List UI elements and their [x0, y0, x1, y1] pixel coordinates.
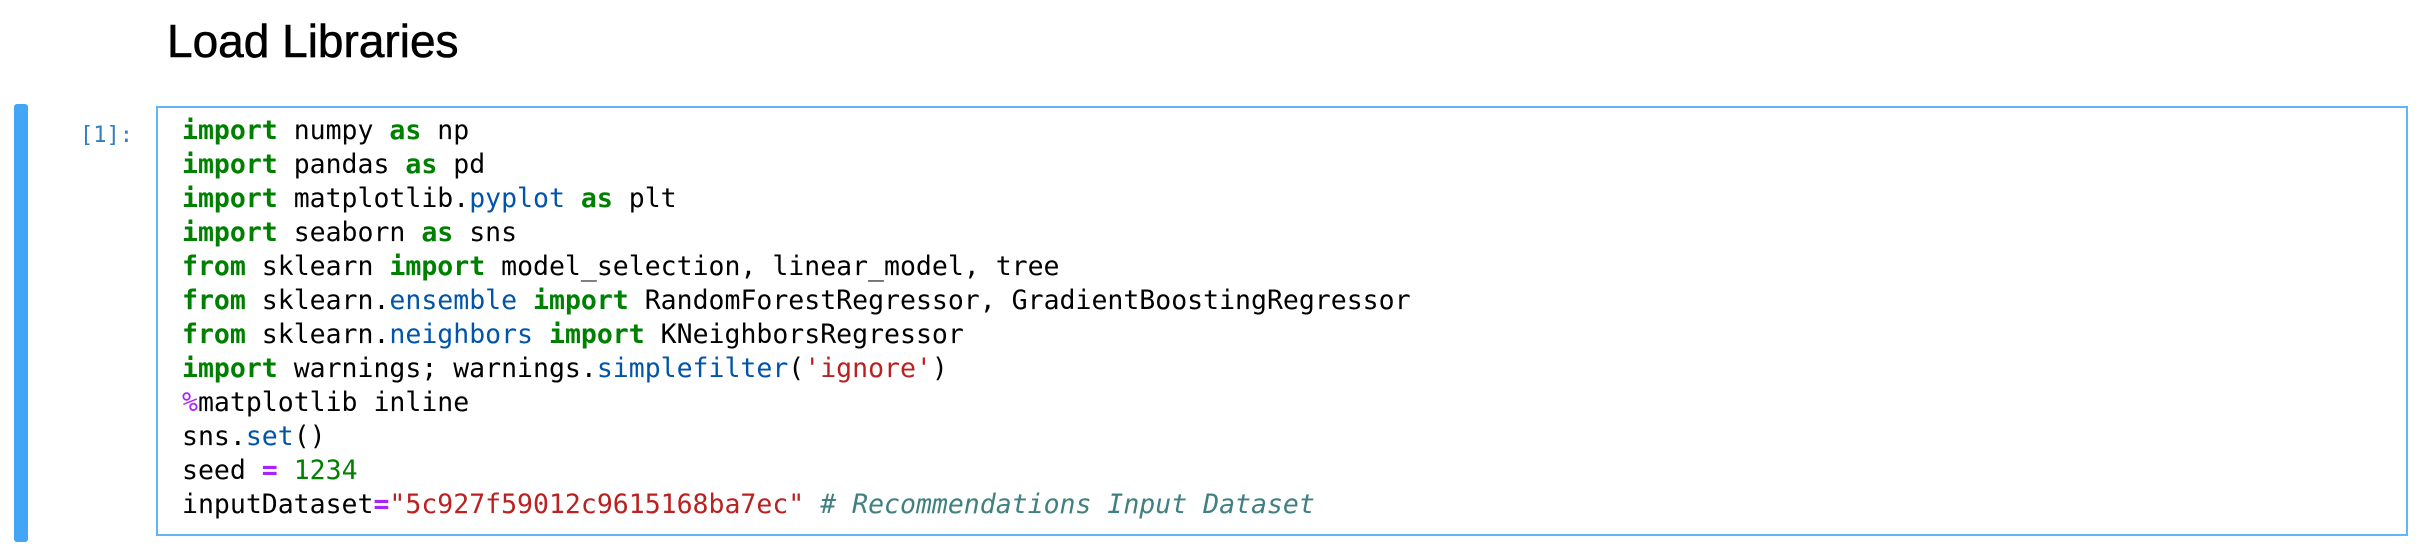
code-token-kw: from: [182, 251, 246, 282]
code-token-plain: sklearn.: [245, 319, 390, 350]
code-editor[interactable]: import numpy as np import pandas as pd imp…: [156, 106, 2408, 536]
code-token-plain: matplotlib inline: [197, 387, 470, 418]
code-token-plain: np: [421, 115, 470, 146]
code-token-op: =: [373, 489, 390, 520]
code-token-plain: model_selection, linear_model, tree: [485, 251, 1060, 282]
code-token-plain: RandomForestRegressor, GradientBoostingR…: [628, 285, 1411, 316]
code-token-kw: from: [182, 285, 246, 316]
code-line: import matplotlib.pyplot as plt: [182, 182, 1411, 216]
code-cell[interactable]: [1]: import numpy as np import pandas as …: [14, 104, 2414, 542]
code-token-attr: simplefilter: [596, 353, 789, 384]
code-token-cm: # Recommendations Input Dataset: [820, 489, 1315, 520]
code-token-attr: ensemble: [389, 285, 518, 316]
code-token-attr: pyplot: [469, 183, 565, 214]
code-token-plain: sklearn: [245, 251, 390, 282]
code-token-plain: inputDataset: [182, 489, 374, 520]
code-token-plain: numpy: [277, 115, 390, 146]
code-token-plain: (: [788, 353, 805, 384]
code-line: from sklearn.neighbors import KNeighbors…: [182, 318, 1411, 352]
code-token-str: "5c927f59012c9615168ba7ec": [389, 489, 805, 520]
code-token-op: =: [261, 455, 278, 486]
code-line: seed = 1234: [182, 454, 1411, 488]
code-line: inputDataset="5c927f59012c9615168ba7ec" …: [182, 488, 1411, 522]
execution-count-prompt: [1]:: [80, 123, 133, 148]
code-token-kw: from: [182, 319, 246, 350]
code-token-kw: import: [182, 353, 278, 384]
code-line: from sklearn.ensemble import RandomFores…: [182, 284, 1411, 318]
code-token-plain: sns.: [182, 421, 246, 452]
code-token-plain: (): [293, 421, 326, 452]
code-token-plain: warnings; warnings.: [277, 353, 597, 384]
code-line: import numpy as np: [182, 114, 1411, 148]
code-token-attr: set: [245, 421, 294, 452]
code-token-kw: import: [182, 217, 278, 248]
code-token-plain: seed: [182, 455, 262, 486]
code-token-plain: sns: [453, 217, 518, 248]
code-token-kw: as: [580, 183, 613, 214]
code-line: %matplotlib inline: [182, 386, 1411, 420]
code-token-kw: as: [421, 217, 454, 248]
code-token-plain: KNeighborsRegressor: [644, 319, 964, 350]
code-line: import seaborn as sns: [182, 216, 1411, 250]
code-token-attr: neighbors: [389, 319, 534, 350]
code-line: from sklearn import model_selection, lin…: [182, 250, 1411, 284]
code-token-str: 'ignore': [804, 353, 932, 384]
code-token-num: 1234: [293, 455, 358, 486]
code-block[interactable]: import numpy as np import pandas as pd imp…: [182, 114, 1411, 522]
code-token-kw: import: [182, 115, 278, 146]
code-token-magic: %: [182, 387, 198, 418]
code-line: sns.set(): [182, 420, 1411, 454]
code-token-plain: pandas: [277, 149, 406, 180]
code-token-kw: import: [548, 319, 645, 350]
code-token-plain: sklearn.: [245, 285, 390, 316]
code-token-plain: ): [931, 353, 948, 384]
code-token-kw: import: [389, 251, 486, 282]
code-token-kw: import: [533, 285, 629, 316]
markdown-heading: Load Libraries: [167, 15, 459, 68]
code-token-kw: as: [389, 115, 422, 146]
code-line: import pandas as pd: [182, 148, 1411, 182]
code-line: import warnings; warnings.simplefilter('…: [182, 352, 1411, 386]
cell-selection-bar: [14, 104, 28, 542]
code-token-plain: seaborn: [277, 217, 422, 248]
code-token-kw: import: [182, 149, 278, 180]
code-token-plain: matplotlib.: [277, 183, 470, 214]
code-token-kw: as: [405, 149, 438, 180]
code-token-plain: pd: [437, 149, 486, 180]
code-token-plain: plt: [612, 183, 677, 214]
code-token-kw: import: [182, 183, 278, 214]
